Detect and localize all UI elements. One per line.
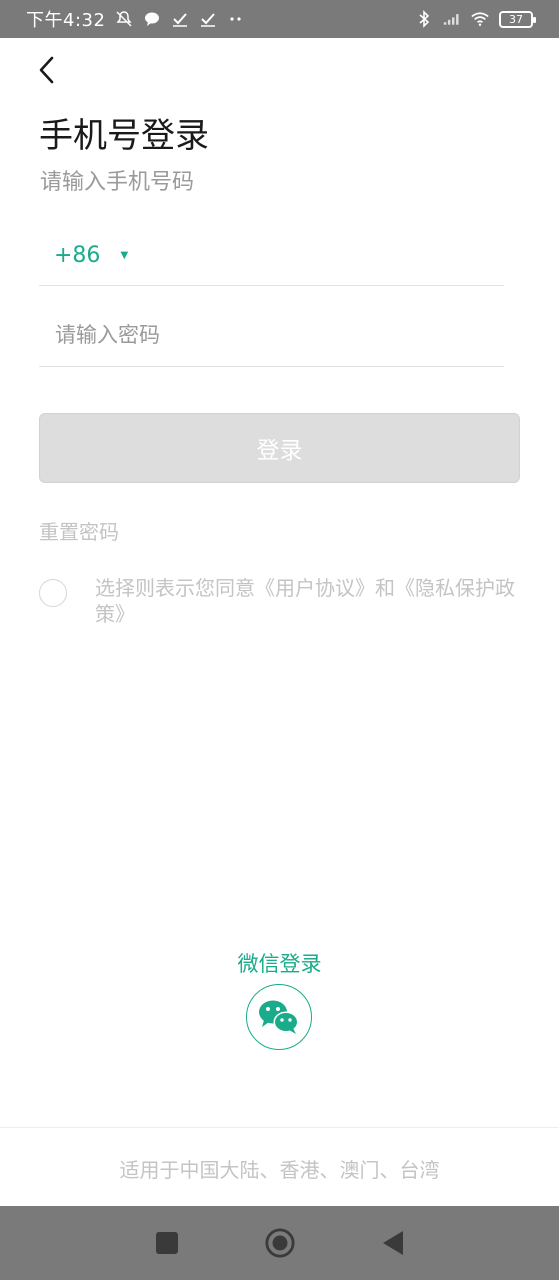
status-bar: 下午4:32 37 <box>0 0 559 38</box>
chevron-left-icon <box>39 56 54 84</box>
dots-icon <box>227 10 245 28</box>
footer-region-note: 适用于中国大陆、香港、澳门、台湾 <box>119 1158 440 1182</box>
home-circle-icon <box>264 1228 295 1258</box>
page-title: 手机号登录 <box>39 116 209 156</box>
dropdown-triangle-icon[interactable]: ▼ <box>120 250 128 261</box>
status-bar-left: 下午4:32 <box>26 6 245 32</box>
wechat-login-button[interactable] <box>246 984 312 1050</box>
check-icon <box>171 10 189 28</box>
phone-row: +86 ▼ <box>39 226 504 286</box>
agreement-radio[interactable] <box>39 579 67 607</box>
password-input[interactable] <box>39 306 504 366</box>
battery-level: 37 <box>509 12 523 26</box>
back-nav-button[interactable] <box>378 1228 408 1258</box>
signal-icon <box>443 10 461 28</box>
triangle-back-icon <box>382 1231 403 1255</box>
password-row <box>39 306 504 367</box>
page-subtitle: 请输入手机号码 <box>40 170 195 195</box>
check-icon <box>199 10 217 28</box>
battery-icon: 37 <box>499 10 536 28</box>
agreement-text[interactable]: 选择则表示您同意《用户协议》和《隐私保护政策》 <box>95 575 515 627</box>
chat-bubble-icon <box>143 10 161 28</box>
reset-password-link[interactable]: 重置密码 <box>39 516 119 545</box>
system-nav-bar <box>0 1206 559 1280</box>
wechat-login-label[interactable]: 微信登录 <box>0 948 559 978</box>
mute-icon <box>115 10 133 28</box>
wechat-icon <box>259 1000 299 1034</box>
home-button[interactable] <box>264 1228 295 1258</box>
square-icon <box>155 1232 178 1254</box>
wifi-icon <box>471 10 489 28</box>
status-bar-right: 37 <box>415 10 536 28</box>
recents-button[interactable] <box>152 1228 182 1258</box>
status-time: 下午4:32 <box>26 10 106 31</box>
country-code-selector[interactable]: +86 <box>54 243 100 268</box>
phone-input[interactable] <box>158 226 504 285</box>
bluetooth-icon <box>415 10 433 28</box>
back-button[interactable] <box>36 54 60 86</box>
footer-divider <box>0 1127 559 1128</box>
login-button[interactable]: 登录 <box>39 413 520 483</box>
